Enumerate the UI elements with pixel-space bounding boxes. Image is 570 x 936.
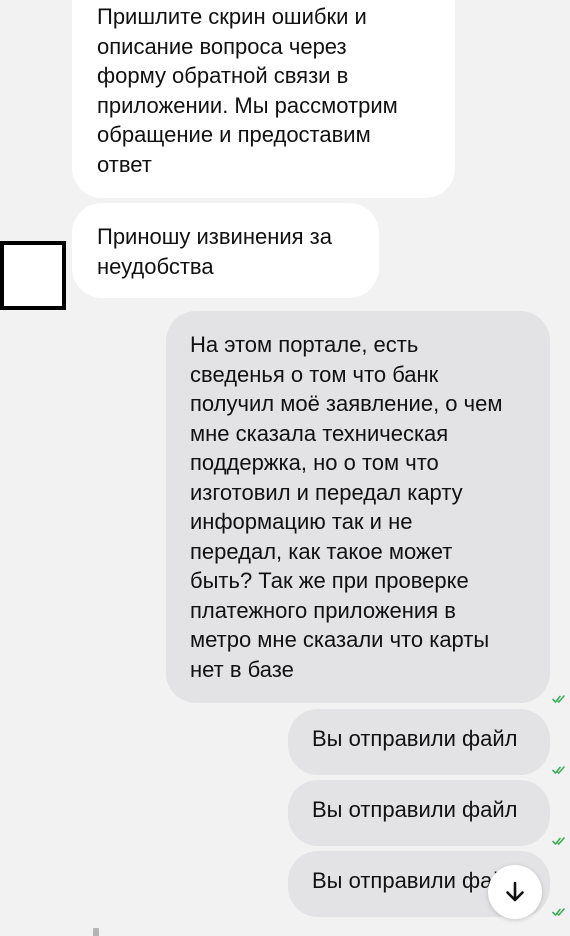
sent-file-message[interactable]: Вы отправили файл	[288, 780, 550, 846]
double-check-icon	[552, 836, 567, 846]
cut-off-text	[93, 928, 99, 936]
double-check-icon	[552, 765, 567, 775]
sent-file-message[interactable]: Вы отправили файл	[288, 709, 550, 775]
double-check-icon	[552, 907, 567, 917]
arrow-down-icon	[502, 879, 528, 905]
outgoing-message: На этом портале, есть сведенья о том что…	[166, 311, 550, 703]
incoming-message: Пришлите скрин ошибки и описание вопроса…	[72, 0, 455, 198]
scroll-down-button[interactable]	[488, 865, 542, 919]
incoming-message: Приношу извинения за неудобства	[72, 203, 379, 298]
avatar-placeholder	[0, 241, 66, 310]
double-check-icon	[552, 694, 567, 704]
